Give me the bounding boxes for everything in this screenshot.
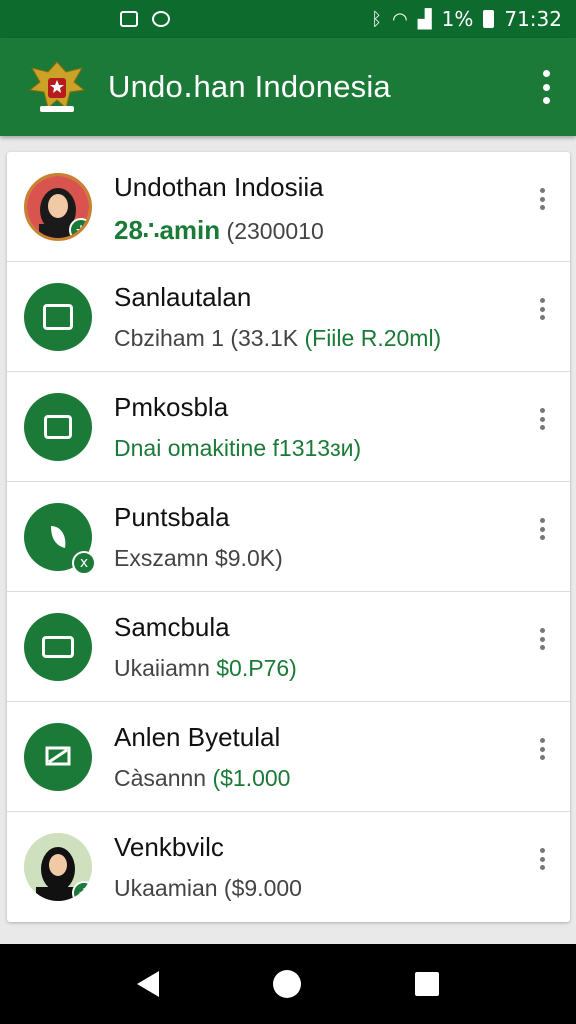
close-badge-icon: x: [72, 550, 96, 575]
navigation-bar: [0, 944, 576, 1024]
list-item[interactable]: Pmkosbla Dnai omakitine f1313ɜи): [7, 372, 570, 482]
image-icon: [24, 392, 92, 461]
item-subtitle: (2300010: [220, 218, 324, 244]
flag-icon: [24, 722, 92, 791]
item-title: Sanlautalan: [114, 282, 252, 312]
item-subtitle: Cbziham 1 (33.1K: [114, 325, 305, 351]
row-more-icon[interactable]: [540, 408, 546, 430]
home-icon[interactable]: [273, 970, 301, 998]
item-subtitle: Exszamn $9.0K): [114, 545, 283, 571]
recents-icon[interactable]: [415, 972, 439, 996]
item-subtitle-accent: Dnai omakitine f1313ɜи): [114, 435, 362, 461]
leaf-icon: x: [24, 502, 96, 575]
status-bar: ᛒ ◠ ▟ 1% 71:32: [0, 0, 576, 38]
garuda-emblem-icon: [26, 56, 88, 118]
list-item[interactable]: Anlen Byetulal Càsannn ($1.000: [7, 702, 570, 812]
signal-icon: ▟: [417, 8, 432, 30]
item-subtitle-accent: (Fiile R.20ml): [304, 325, 442, 351]
item-title: Anlen Byetulal: [114, 722, 281, 752]
list-item[interactable]: x Puntsbala Exszamn $9.0K): [7, 482, 570, 592]
document-icon: [24, 282, 92, 351]
back-icon[interactable]: [137, 971, 159, 997]
bluetooth-icon: ᛒ: [371, 8, 383, 30]
item-subtitle: Càsannn: [114, 765, 213, 791]
person-photo-avatar: +: [24, 172, 92, 241]
item-subtitle-accent: ($1.000: [212, 765, 291, 791]
row-more-icon[interactable]: [540, 628, 546, 650]
item-subtitle: Ukaiiamn: [114, 655, 217, 681]
wallet-icon: [24, 612, 92, 681]
item-subtitle: Ukaamian ($9.000: [114, 875, 302, 901]
list-item[interactable]: Samcbula Ukaiiamn $0.P76): [7, 592, 570, 702]
app-title: Undo․han Indonesia: [108, 69, 391, 104]
status-left-icons: [120, 11, 170, 27]
item-subtitle-accent: $0.P76): [216, 655, 297, 681]
row-more-icon[interactable]: [540, 518, 546, 540]
person-photo-avatar: +: [24, 833, 92, 901]
battery-icon: [483, 10, 495, 28]
item-subtitle-accent: 28∴amin: [114, 215, 221, 245]
messenger-icon: [152, 11, 170, 27]
clock: 71:32: [504, 7, 562, 31]
row-more-icon[interactable]: [540, 298, 546, 320]
image-icon: [120, 11, 138, 27]
item-title: Samcbula: [114, 612, 230, 642]
row-more-icon[interactable]: [540, 738, 546, 760]
overflow-menu-icon[interactable]: [542, 70, 550, 104]
battery-percent: 1%: [441, 7, 474, 31]
add-badge-icon: +: [69, 217, 89, 238]
list-item[interactable]: + Undothan Indosiia 28∴amin (2300010: [7, 152, 570, 262]
item-title: Venkbvilc: [114, 832, 224, 862]
item-list: + Undothan Indosiia 28∴amin (2300010 San…: [7, 152, 570, 922]
status-right: ᛒ ◠ ▟ 1% 71:32: [371, 7, 562, 31]
row-more-icon[interactable]: [540, 848, 546, 870]
list-item[interactable]: + Venkbvilc Ukaamian ($9.000: [7, 812, 570, 922]
item-title: Undothan Indosiia: [114, 172, 324, 202]
list-item[interactable]: Sanlautalan Cbziham 1 (33.1K (Fiile R.20…: [7, 262, 570, 372]
app-bar: Undo․han Indonesia: [0, 38, 576, 136]
row-more-icon[interactable]: [540, 188, 546, 210]
add-badge-icon: +: [72, 881, 92, 901]
item-title: Puntsbala: [114, 502, 230, 532]
wifi-icon: ◠: [392, 8, 408, 30]
item-title: Pmkosbla: [114, 392, 229, 422]
